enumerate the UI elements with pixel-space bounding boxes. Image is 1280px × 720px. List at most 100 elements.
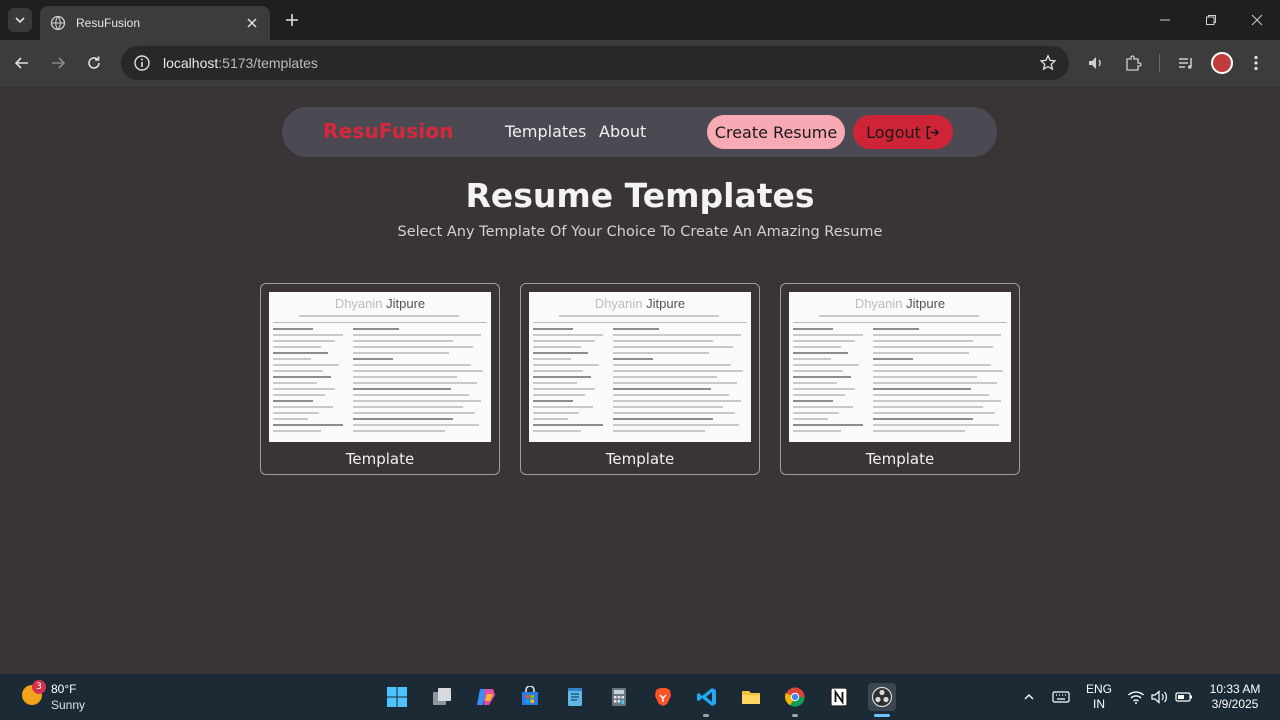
resume-text-line bbox=[273, 322, 487, 323]
brand-logo[interactable]: ResuFusion bbox=[323, 119, 454, 143]
resume-text-line bbox=[873, 376, 977, 378]
resume-text-line bbox=[353, 352, 449, 354]
resume-text-line bbox=[353, 346, 473, 348]
nav-link-templates[interactable]: Templates bbox=[505, 122, 586, 141]
resume-text-line bbox=[613, 370, 743, 372]
resume-text-line bbox=[533, 322, 747, 323]
resume-text-line bbox=[613, 340, 713, 342]
resume-text-line bbox=[353, 364, 471, 366]
resume-text-line bbox=[613, 418, 713, 420]
resume-text-line bbox=[559, 315, 719, 317]
obs-button[interactable] bbox=[868, 683, 896, 711]
taskbar-clock[interactable]: 10:33 AM 3/9/2025 bbox=[1200, 682, 1270, 712]
more-vertical-icon bbox=[1254, 55, 1258, 71]
new-tab-button[interactable] bbox=[282, 10, 302, 30]
copilot-icon bbox=[477, 689, 495, 705]
resume-text-line bbox=[533, 370, 583, 372]
resume-text-line bbox=[793, 400, 833, 402]
windows-icon bbox=[387, 687, 407, 707]
resume-text-line bbox=[873, 328, 919, 330]
notepad-button[interactable] bbox=[561, 683, 589, 711]
toolbar-separator bbox=[1159, 54, 1160, 72]
resume-text-line bbox=[613, 358, 653, 360]
template-card[interactable]: Dhyanin Jitpure Template bbox=[260, 283, 500, 475]
page-subtitle: Select Any Template Of Your Choice To Cr… bbox=[397, 224, 883, 240]
resume-text-line bbox=[353, 334, 481, 336]
site-navbar: ResuFusion Templates About Create Resume… bbox=[282, 107, 997, 157]
read-aloud-button[interactable] bbox=[1085, 52, 1107, 74]
resume-text-line bbox=[533, 388, 595, 390]
template-thumbnail[interactable]: Dhyanin Jitpure bbox=[269, 292, 491, 442]
resume-text-line bbox=[273, 388, 335, 390]
close-window-button[interactable] bbox=[1247, 10, 1267, 30]
extensions-button[interactable] bbox=[1122, 52, 1144, 74]
notion-icon bbox=[830, 687, 848, 707]
reload-button[interactable] bbox=[82, 51, 106, 75]
store-icon bbox=[522, 686, 538, 705]
back-button[interactable] bbox=[10, 51, 34, 75]
file-explorer-button[interactable] bbox=[737, 683, 765, 711]
template-label: Template bbox=[865, 450, 935, 468]
page-title: Resume Templates bbox=[465, 176, 815, 215]
touch-keyboard-button[interactable] bbox=[1052, 688, 1070, 706]
resume-text-line bbox=[273, 364, 339, 366]
resume-first-name: Dhyanin bbox=[334, 296, 383, 311]
logout-icon bbox=[926, 125, 940, 139]
resume-text-line bbox=[873, 370, 1003, 372]
input-language[interactable]: ENG IN bbox=[1086, 682, 1112, 712]
resume-text-line bbox=[613, 382, 737, 384]
template-thumbnail[interactable]: Dhyanin Jitpure bbox=[529, 292, 751, 442]
url-path: :5173/templates bbox=[218, 55, 318, 71]
minimize-button[interactable] bbox=[1155, 10, 1175, 30]
template-card[interactable]: Dhyanin Jitpure Template bbox=[780, 283, 1020, 475]
restore-button[interactable] bbox=[1201, 10, 1221, 30]
chrome-button[interactable] bbox=[781, 683, 809, 711]
forward-button[interactable] bbox=[46, 51, 70, 75]
store-button[interactable] bbox=[516, 683, 544, 711]
star-icon[interactable] bbox=[1039, 54, 1057, 72]
chrome-running-indicator bbox=[792, 714, 798, 717]
address-bar[interactable]: localhost:5173/templates bbox=[121, 46, 1069, 80]
playlist-icon bbox=[1179, 58, 1192, 69]
resume-text-line bbox=[533, 400, 573, 402]
puzzle-icon bbox=[1126, 55, 1142, 71]
resume-text-line bbox=[533, 358, 571, 360]
info-icon[interactable] bbox=[133, 54, 151, 72]
arrow-left-icon bbox=[14, 57, 28, 69]
brave-browser-button[interactable] bbox=[649, 683, 677, 711]
browser-tab[interactable]: ResuFusion bbox=[40, 6, 270, 40]
show-hidden-icons-button[interactable] bbox=[1020, 688, 1038, 706]
resume-text-line bbox=[353, 358, 393, 360]
copilot-button[interactable] bbox=[472, 683, 500, 711]
task-view-button[interactable] bbox=[428, 683, 456, 711]
resume-text-line bbox=[873, 430, 965, 432]
resume-text-line bbox=[873, 406, 983, 408]
tab-search-button[interactable] bbox=[8, 8, 32, 32]
volume-button[interactable] bbox=[1151, 688, 1169, 706]
resume-text-line bbox=[793, 388, 855, 390]
resume-text-line bbox=[613, 376, 717, 378]
start-button[interactable] bbox=[383, 683, 411, 711]
resume-text-line bbox=[793, 406, 853, 408]
template-card[interactable]: Dhyanin Jitpure Template bbox=[520, 283, 760, 475]
calculator-button[interactable] bbox=[605, 683, 633, 711]
vscode-button[interactable] bbox=[693, 683, 721, 711]
arrow-right-icon bbox=[52, 57, 66, 69]
profile-avatar[interactable] bbox=[1211, 52, 1233, 74]
wifi-button[interactable] bbox=[1127, 688, 1145, 706]
resume-text-line bbox=[873, 340, 973, 342]
tab-close-button[interactable] bbox=[244, 15, 260, 31]
resume-text-line bbox=[533, 424, 603, 426]
nav-link-about[interactable]: About bbox=[599, 122, 646, 141]
template-thumbnail[interactable]: Dhyanin Jitpure bbox=[789, 292, 1011, 442]
logout-button[interactable]: Logout bbox=[853, 115, 953, 149]
resume-text-line bbox=[533, 328, 573, 330]
create-resume-button[interactable]: Create Resume bbox=[707, 115, 845, 149]
battery-button[interactable] bbox=[1175, 688, 1193, 706]
browser-menu-button[interactable] bbox=[1245, 52, 1267, 74]
weather-temperature[interactable]: 80°F bbox=[51, 682, 76, 696]
resume-text-line bbox=[793, 394, 845, 396]
notion-button[interactable] bbox=[825, 683, 853, 711]
media-control-button[interactable] bbox=[1175, 52, 1197, 74]
weather-condition[interactable]: Sunny bbox=[51, 698, 85, 712]
